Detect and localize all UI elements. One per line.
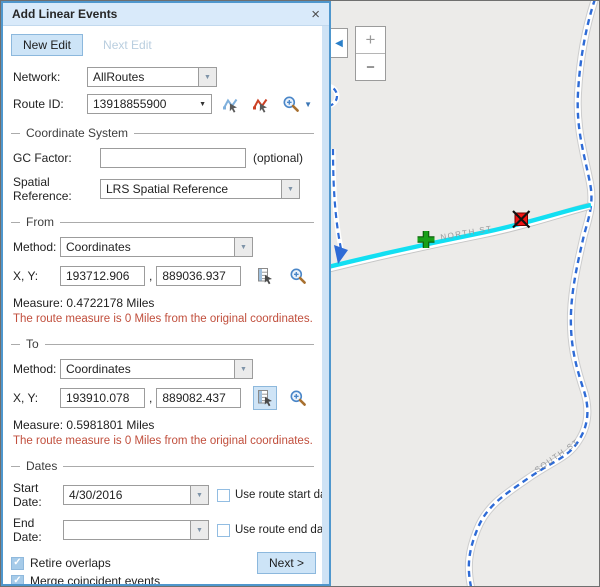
panel-scrollbar[interactable] <box>322 26 329 584</box>
from-pick-coordinates-icon[interactable] <box>253 264 277 288</box>
to-method-label: Method: <box>13 362 60 376</box>
collapse-panel-button[interactable]: ◀ <box>331 28 348 58</box>
to-y-input[interactable]: 889082.437 <box>156 388 241 408</box>
from-method-value[interactable]: Coordinates <box>60 237 235 257</box>
end-date-label: End Date: <box>13 516 63 544</box>
gc-factor-row: GC Factor: (optional) <box>13 148 312 168</box>
from-method-row: Method: Coordinates <box>13 237 312 257</box>
merge-coincident-events-checkbox[interactable] <box>11 575 24 585</box>
start-date-row: Start Date: 4/30/2016 Use route start da… <box>13 481 312 509</box>
to-method-row: Method: Coordinates <box>13 359 312 379</box>
from-method-label: Method: <box>13 240 60 254</box>
retire-overlaps-checkbox[interactable] <box>11 557 24 570</box>
use-route-end-date-checkbox[interactable] <box>217 524 230 537</box>
section-dates: Dates <box>11 459 314 473</box>
from-measure-text: Measure: 0.4722178 Miles <box>13 296 312 310</box>
route-id-value[interactable]: 13918855900 <box>93 97 166 111</box>
map-zoom-control: + − <box>355 26 386 81</box>
option-row: Merge coincident events <box>11 574 322 584</box>
merge-coincident-events-label: Merge coincident events <box>30 574 160 584</box>
section-coordinate-system: Coordinate System <box>11 126 314 140</box>
route-id-label: Route ID: <box>13 97 87 111</box>
retire-overlaps-label: Retire overlaps <box>30 556 111 570</box>
network-combo[interactable]: AllRoutes <box>87 67 217 87</box>
to-x-input[interactable]: 193910.078 <box>60 388 145 408</box>
zoom-options-dropdown-icon[interactable]: ▼ <box>304 100 312 109</box>
from-xy-label: X, Y: <box>13 269 60 283</box>
end-date-dropdown-icon[interactable] <box>191 520 209 540</box>
app-window: Add Linear Events × New Edit Next Edit N… <box>0 0 600 587</box>
from-xy-row: X, Y: 193712.906 , 889036.937 <box>13 264 312 288</box>
from-y-input[interactable]: 889036.937 <box>156 266 241 286</box>
zoom-to-route-icon[interactable] <box>282 95 300 113</box>
use-route-end-date-label: Use route end date <box>235 524 322 536</box>
to-method-combo[interactable]: Coordinates <box>60 359 253 379</box>
from-zoom-icon[interactable] <box>289 267 307 285</box>
start-date-dropdown-icon[interactable] <box>191 485 209 505</box>
to-warning-text: The route measure is 0 Miles from the or… <box>13 435 312 447</box>
zoom-in-button[interactable]: + <box>356 27 385 53</box>
network-dropdown-icon[interactable] <box>199 67 217 87</box>
gc-factor-hint: (optional) <box>253 151 303 165</box>
collapse-arrow-icon: ◀ <box>335 38 343 49</box>
from-x-input[interactable]: 193712.906 <box>60 266 145 286</box>
section-to: To <box>11 337 314 351</box>
next-button[interactable]: Next > <box>257 552 316 574</box>
from-method-dropdown-icon[interactable] <box>235 237 253 257</box>
end-date-combo[interactable] <box>63 520 209 540</box>
from-warning-text: The route measure is 0 Miles from the or… <box>13 313 312 325</box>
gc-factor-label: GC Factor: <box>13 151 100 165</box>
panel-body: New Edit Next Edit Network: AllRoutes Ro… <box>3 26 322 584</box>
section-from: From <box>11 215 314 229</box>
select-route-blue-icon[interactable] <box>222 96 239 113</box>
use-route-start-date-label: Use route start date <box>235 489 322 501</box>
select-route-red-icon[interactable] <box>252 96 269 113</box>
panel-header: Add Linear Events × <box>3 3 329 26</box>
to-measure-text: Measure: 0.5981801 Miles <box>13 418 312 432</box>
xy-separator: , <box>149 391 152 405</box>
road-label-south-st: SOUTH ST <box>533 437 581 474</box>
to-xy-label: X, Y: <box>13 391 60 405</box>
start-date-value[interactable]: 4/30/2016 <box>63 485 191 505</box>
end-date-row: End Date: Use route end date <box>13 516 312 544</box>
spatial-reference-row: Spatial Reference: LRS Spatial Reference <box>13 175 312 203</box>
start-date-label: Start Date: <box>13 481 63 509</box>
network-value[interactable]: AllRoutes <box>87 67 199 87</box>
spatial-reference-label: Spatial Reference: <box>13 175 100 203</box>
route-id-row: Route ID: 13918855900 <box>13 94 312 114</box>
spatial-reference-value[interactable]: LRS Spatial Reference <box>100 179 282 199</box>
zoom-out-button[interactable]: − <box>356 53 385 80</box>
to-point-marker <box>513 211 530 228</box>
map-graphics: NORTH ST SOUTH ST <box>331 1 600 586</box>
route-id-combo[interactable]: 13918855900 <box>87 94 212 114</box>
new-edit-button[interactable]: New Edit <box>11 34 83 56</box>
next-edit-button: Next Edit <box>91 34 164 56</box>
to-method-dropdown-icon[interactable] <box>235 359 253 379</box>
spatial-reference-dropdown-icon[interactable] <box>282 179 300 199</box>
start-date-combo[interactable]: 4/30/2016 <box>63 485 209 505</box>
to-zoom-icon[interactable] <box>289 389 307 407</box>
left-edge-road <box>331 86 348 264</box>
gc-factor-input[interactable] <box>100 148 246 168</box>
south-road <box>469 1 595 586</box>
from-method-combo[interactable]: Coordinates <box>60 237 253 257</box>
edit-buttons-row: New Edit Next Edit <box>11 34 322 56</box>
to-method-value[interactable]: Coordinates <box>60 359 235 379</box>
use-route-start-date-checkbox[interactable] <box>217 489 230 502</box>
to-xy-row: X, Y: 193910.078 , 889082.437 <box>13 386 312 410</box>
network-row: Network: AllRoutes <box>13 67 312 87</box>
to-pick-coordinates-icon[interactable] <box>253 386 277 410</box>
end-date-value[interactable] <box>63 520 191 540</box>
map-canvas[interactable]: NORTH ST SOUTH ST ◀ + − <box>331 1 600 586</box>
xy-separator: , <box>149 269 152 283</box>
close-icon[interactable]: × <box>311 7 320 22</box>
add-linear-events-panel: Add Linear Events × New Edit Next Edit N… <box>1 1 331 586</box>
spatial-reference-combo[interactable]: LRS Spatial Reference <box>100 179 300 199</box>
network-label: Network: <box>13 70 87 84</box>
panel-title: Add Linear Events <box>12 7 117 21</box>
